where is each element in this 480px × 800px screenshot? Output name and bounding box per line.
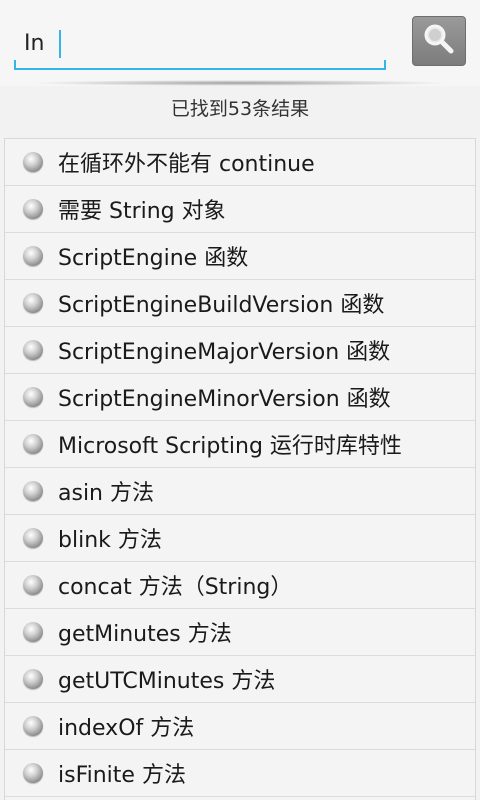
- list-item[interactable]: isFinite 方法: [5, 750, 475, 797]
- bullet-icon: [23, 622, 43, 642]
- list-item[interactable]: ScriptEngineMinorVersion 函数: [5, 374, 475, 421]
- list-item[interactable]: Microsoft Scripting 运行时库特性: [5, 421, 475, 468]
- list-item-label: 在循环外不能有 continue: [58, 152, 315, 177]
- list-item-label: ScriptEngineMinorVersion 函数: [58, 387, 391, 412]
- bullet-icon: [23, 716, 43, 736]
- search-button[interactable]: [412, 16, 466, 66]
- bullet-icon: [23, 528, 43, 548]
- list-item[interactable]: 在循环外不能有 continue: [5, 139, 475, 186]
- list-item[interactable]: indexOf 方法: [5, 703, 475, 750]
- bullet-icon: [23, 387, 43, 407]
- search-bar: [0, 0, 480, 86]
- list-item-label: Microsoft Scripting 运行时库特性: [58, 434, 402, 459]
- text-cursor: [59, 30, 61, 58]
- list-item[interactable]: asin 方法: [5, 468, 475, 515]
- bullet-icon: [23, 434, 43, 454]
- list-item-label: getMinutes 方法: [58, 622, 232, 647]
- list-item-label: concat 方法（String）: [58, 575, 293, 600]
- bullet-icon: [23, 575, 43, 595]
- list-item-label: isFinite 方法: [58, 763, 186, 788]
- list-item-label: asin 方法: [58, 481, 154, 506]
- list-item[interactable]: ScriptEngine 函数: [5, 233, 475, 280]
- list-item-label: 需要 String 对象: [58, 199, 226, 224]
- list-item[interactable]: blink 方法: [5, 515, 475, 562]
- list-item[interactable]: ScriptEngineMajorVersion 函数: [5, 327, 475, 374]
- list-item-label: ScriptEngine 函数: [58, 246, 249, 271]
- list-item[interactable]: concat 方法（String）: [5, 562, 475, 609]
- result-count: 已找到53条结果: [170, 98, 310, 120]
- list-item[interactable]: 需要 String 对象: [5, 186, 475, 233]
- bullet-icon: [23, 669, 43, 689]
- list-item-label: getUTCMinutes 方法: [58, 669, 276, 694]
- bullet-icon: [23, 246, 43, 266]
- list-item[interactable]: getUTCMinutes 方法: [5, 656, 475, 703]
- bullet-icon: [23, 763, 43, 783]
- list-item[interactable]: ScriptEngineBuildVersion 函数: [5, 280, 475, 327]
- result-list: 在循环外不能有 continue 需要 String 对象 ScriptEngi…: [4, 138, 476, 800]
- bullet-icon: [23, 293, 43, 313]
- bullet-icon: [23, 481, 43, 501]
- bullet-icon: [23, 152, 43, 172]
- search-input[interactable]: [24, 26, 364, 60]
- bullet-icon: [23, 340, 43, 360]
- bullet-icon: [23, 199, 43, 219]
- list-item[interactable]: getMinutes 方法: [5, 609, 475, 656]
- list-item-label: ScriptEngineMajorVersion 函数: [58, 340, 391, 365]
- search-field[interactable]: [14, 14, 386, 70]
- list-item-label: indexOf 方法: [58, 716, 195, 741]
- search-icon: [422, 22, 456, 60]
- list-item-label: ScriptEngineBuildVersion 函数: [58, 293, 385, 318]
- list-item-label: blink 方法: [58, 528, 162, 553]
